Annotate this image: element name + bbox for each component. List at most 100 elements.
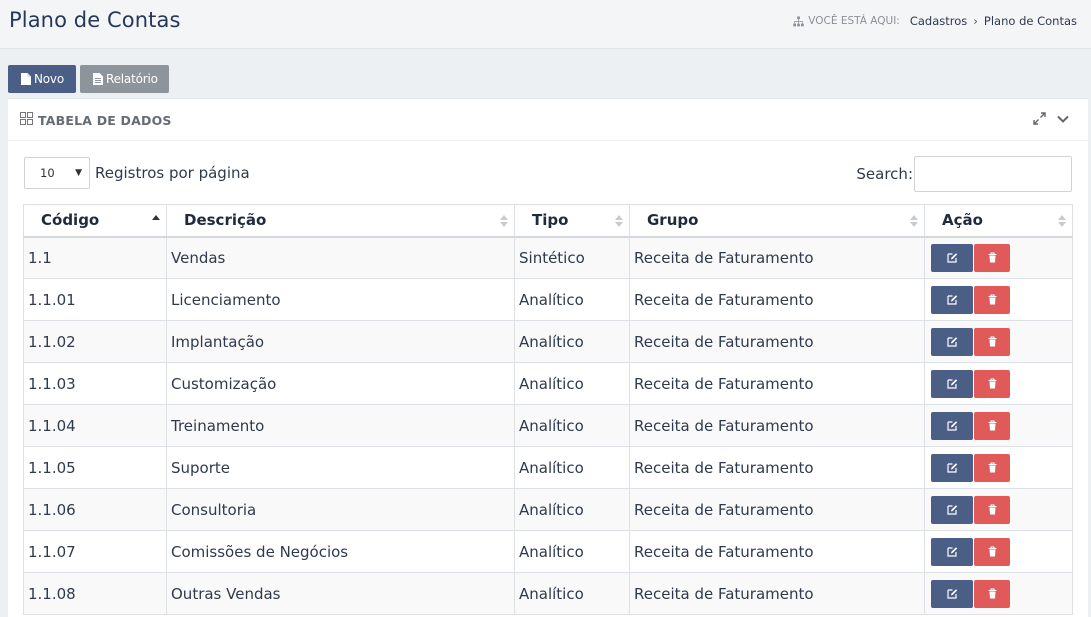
chevron-down-icon[interactable] xyxy=(1056,112,1070,126)
cell-descricao: Customização xyxy=(166,362,515,405)
column-header-tipo[interactable]: Tipo xyxy=(514,204,630,238)
cell-acao xyxy=(924,446,1073,489)
table-row: 1.1.01 Licenciamento Analítico Receita d… xyxy=(23,278,1073,321)
cell-codigo: 1.1.07 xyxy=(23,530,167,573)
table-row: 1.1.05 Suporte Analítico Receita de Fatu… xyxy=(23,446,1073,489)
edit-button[interactable] xyxy=(931,537,973,566)
trash-icon xyxy=(988,294,996,305)
delete-button[interactable] xyxy=(974,243,1010,272)
trash-icon xyxy=(988,504,996,515)
column-header-acao[interactable]: Ação xyxy=(924,204,1073,238)
new-button-label: Novo xyxy=(34,72,64,86)
cell-codigo: 1.1.03 xyxy=(23,362,167,405)
edit-icon xyxy=(946,463,957,473)
table-row: 1.1 Vendas Sintético Receita de Faturame… xyxy=(23,236,1073,279)
cell-grupo: Receita de Faturamento xyxy=(629,362,925,405)
column-header-grupo[interactable]: Grupo xyxy=(629,204,925,238)
expand-icon[interactable] xyxy=(1033,112,1046,125)
page-length-control: 10 ▼ Registros por página xyxy=(24,157,250,189)
cell-acao xyxy=(924,362,1073,405)
cell-descricao: Implantação xyxy=(166,320,515,363)
table-row: 1.1.08 Outras Vendas Analítico Receita d… xyxy=(23,572,1073,615)
edit-button[interactable] xyxy=(931,327,973,356)
cell-descricao: Treinamento xyxy=(166,404,515,447)
cell-acao xyxy=(924,572,1073,615)
edit-button[interactable] xyxy=(931,369,973,398)
cell-codigo: 1.1 xyxy=(23,236,167,279)
file-icon xyxy=(21,73,31,85)
cell-tipo: Sintético xyxy=(514,236,630,279)
cell-grupo: Receita de Faturamento xyxy=(629,278,925,321)
cell-descricao: Outras Vendas xyxy=(166,572,515,615)
sort-icon xyxy=(500,215,508,227)
cell-tipo: Analítico xyxy=(514,530,630,573)
cell-acao xyxy=(924,236,1073,279)
cell-acao xyxy=(924,488,1073,531)
edit-icon xyxy=(946,589,957,599)
panel-title: TABELA DE DADOS xyxy=(38,113,172,128)
cell-descricao: Licenciamento xyxy=(166,278,515,321)
cell-grupo: Receita de Faturamento xyxy=(629,572,925,615)
edit-button[interactable] xyxy=(931,285,973,314)
cell-tipo: Analítico xyxy=(514,404,630,447)
edit-button[interactable] xyxy=(931,495,973,524)
cell-descricao: Consultoria xyxy=(166,488,515,531)
sort-asc-icon xyxy=(152,215,160,220)
delete-button[interactable] xyxy=(974,579,1010,608)
table-row: 1.1.06 Consultoria Analítico Receita de … xyxy=(23,488,1073,531)
delete-button[interactable] xyxy=(974,453,1010,482)
trash-icon xyxy=(988,588,996,599)
data-panel: TABELA DE DADOS 10 ▼ Registros por págin… xyxy=(8,98,1088,617)
page-length-value: 10 xyxy=(40,166,55,180)
cell-codigo: 1.1.02 xyxy=(23,320,167,363)
page-length-select[interactable]: 10 ▼ xyxy=(24,157,90,189)
edit-button[interactable] xyxy=(931,579,973,608)
table-header-row: Código Descrição Tipo Grupo Ação xyxy=(23,204,1073,238)
report-button[interactable]: Relatório xyxy=(80,65,169,93)
page-header: Plano de Contas VOCÊ ESTÁ AQUI: Cadastro… xyxy=(0,0,1091,49)
cell-codigo: 1.1.05 xyxy=(23,446,167,489)
cell-tipo: Analítico xyxy=(514,278,630,321)
cell-tipo: Analítico xyxy=(514,446,630,489)
delete-button[interactable] xyxy=(974,327,1010,356)
delete-button[interactable] xyxy=(974,411,1010,440)
search-input[interactable] xyxy=(914,156,1072,192)
cell-descricao: Suporte xyxy=(166,446,515,489)
cell-grupo: Receita de Faturamento xyxy=(629,320,925,363)
toolbar: Novo Relatório xyxy=(8,65,169,93)
edit-button[interactable] xyxy=(931,411,973,440)
cell-descricao: Comissões de Negócios xyxy=(166,530,515,573)
sort-icon xyxy=(615,215,623,227)
delete-button[interactable] xyxy=(974,369,1010,398)
cell-acao xyxy=(924,530,1073,573)
cell-codigo: 1.1.06 xyxy=(23,488,167,531)
caret-down-icon: ▼ xyxy=(75,168,82,178)
cell-acao xyxy=(924,278,1073,321)
trash-icon xyxy=(988,420,996,431)
cell-grupo: Receita de Faturamento xyxy=(629,404,925,447)
cell-grupo: Receita de Faturamento xyxy=(629,236,925,279)
delete-button[interactable] xyxy=(974,285,1010,314)
edit-icon xyxy=(946,337,957,347)
column-header-descricao[interactable]: Descrição xyxy=(166,204,515,238)
delete-button[interactable] xyxy=(974,537,1010,566)
sitemap-icon xyxy=(793,15,805,26)
sort-icon xyxy=(1058,215,1066,227)
cell-grupo: Receita de Faturamento xyxy=(629,446,925,489)
page-title: Plano de Contas xyxy=(9,8,181,32)
edit-icon xyxy=(946,379,957,389)
edit-button[interactable] xyxy=(931,243,973,272)
trash-icon xyxy=(988,462,996,473)
delete-button[interactable] xyxy=(974,495,1010,524)
column-header-codigo[interactable]: Código xyxy=(23,204,167,238)
search-label: Search: xyxy=(856,165,913,183)
file-text-icon xyxy=(93,73,103,85)
edit-button[interactable] xyxy=(931,453,973,482)
breadcrumb-item-cadastros[interactable]: Cadastros xyxy=(910,14,967,28)
table-row: 1.1.03 Customização Analítico Receita de… xyxy=(23,362,1073,405)
breadcrumb: VOCÊ ESTÁ AQUI: Cadastros › Plano de Con… xyxy=(793,14,1077,28)
cell-tipo: Analítico xyxy=(514,320,630,363)
cell-descricao: Vendas xyxy=(166,236,515,279)
edit-icon xyxy=(946,421,957,431)
new-button[interactable]: Novo xyxy=(8,65,76,93)
